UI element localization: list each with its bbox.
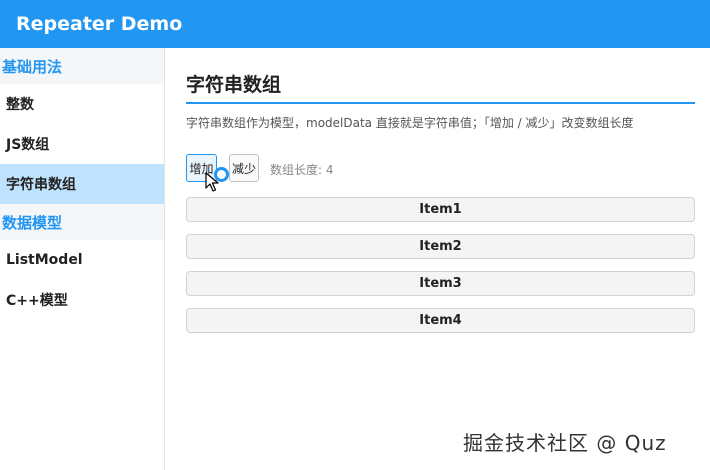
page-title: 字符串数组 bbox=[186, 74, 282, 96]
list-item[interactable]: Item3 bbox=[186, 271, 695, 296]
sidebar-group-basic: 基础用法 bbox=[0, 48, 164, 84]
sidebar-item-integer[interactable]: 整数 bbox=[0, 84, 164, 124]
sidebar-item-js-array[interactable]: JS数组 bbox=[0, 124, 164, 164]
list-item[interactable]: Item4 bbox=[186, 308, 695, 333]
list-item[interactable]: Item1 bbox=[186, 197, 695, 222]
arrow-cursor-icon bbox=[205, 172, 219, 192]
array-length-label: 数组长度: 4 bbox=[270, 163, 334, 177]
sidebar: 基础用法 整数 JS数组 字符串数组 数据模型 ListModel C++模型 bbox=[0, 48, 165, 470]
app-title: Repeater Demo bbox=[16, 13, 183, 35]
decrease-button[interactable]: 减少 bbox=[229, 154, 259, 182]
watermark: 掘金技术社区 @ Quz bbox=[463, 431, 667, 455]
page-description: 字符串数组作为模型，modelData 直接就是字符串值；「增加 / 减少」改变… bbox=[186, 116, 634, 130]
main-content: 字符串数组 字符串数组作为模型，modelData 直接就是字符串值；「增加 /… bbox=[186, 48, 695, 470]
title-divider bbox=[186, 102, 695, 104]
list-item[interactable]: Item2 bbox=[186, 234, 695, 259]
sidebar-item-string-array[interactable]: 字符串数组 bbox=[0, 164, 164, 204]
sidebar-item-listmodel[interactable]: ListModel bbox=[0, 240, 164, 280]
sidebar-group-data-model: 数据模型 bbox=[0, 204, 164, 240]
app-titlebar: Repeater Demo bbox=[0, 0, 710, 48]
sidebar-item-cpp-model[interactable]: C++模型 bbox=[0, 280, 164, 320]
